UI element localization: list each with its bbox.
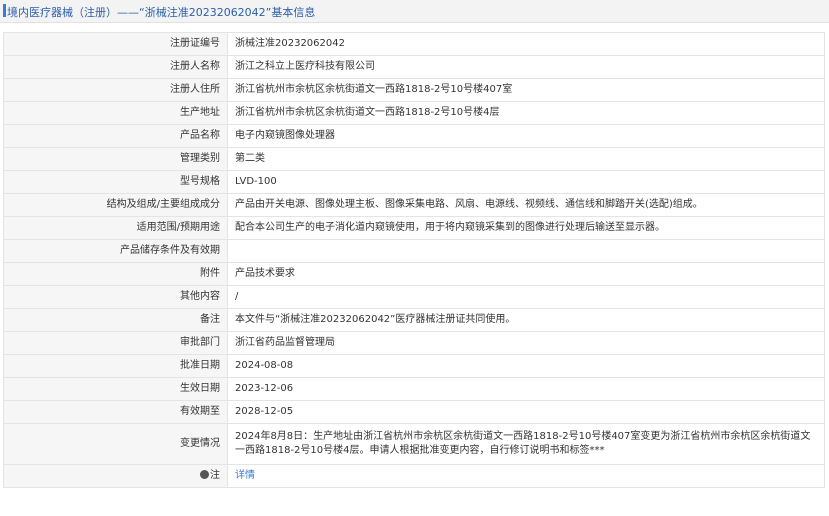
row-value: 2024-08-08 [227, 354, 825, 378]
row-label: 注册人住所 [3, 78, 228, 102]
row-value: 浙江省药品监督管理局 [227, 331, 825, 355]
table-row: 管理类别 第二类 [3, 147, 825, 171]
row-label: 注册证编号 [3, 32, 228, 56]
row-value: 电子内窥镜图像处理器 [227, 124, 825, 148]
table-row: 批准日期 2024-08-08 [3, 354, 825, 378]
row-value: 第二类 [227, 147, 825, 171]
table-row: 变更情况 2024年8月8日：生产地址由浙江省杭州市余杭区余杭街道文一西路181… [3, 423, 825, 465]
details-link[interactable]: 详情 [235, 470, 255, 481]
table-row: 注册人住所 浙江省杭州市余杭区余杭街道文一西路1818-2号10号楼407室 [3, 78, 825, 102]
info-table: 注册证编号 浙械注准20232062042 注册人名称 浙江之科立上医疗科技有限… [3, 32, 825, 488]
row-label: 生产地址 [3, 101, 228, 125]
row-value: 产品由开关电源、图像处理主板、图像采集电路、风扇、电源线、视频线、通信线和脚踏开… [227, 193, 825, 217]
row-label: 适用范围/预期用途 [3, 216, 228, 240]
row-value: 浙械注准20232062042 [227, 32, 825, 56]
row-label: 注册人名称 [3, 55, 228, 79]
table-row: 产品名称 电子内窥镜图像处理器 [3, 124, 825, 148]
row-value: LVD-100 [227, 170, 825, 194]
row-value: 产品技术要求 [227, 262, 825, 286]
table-row: 其他内容 / [3, 285, 825, 309]
row-label: 型号规格 [3, 170, 228, 194]
table-row: 生产地址 浙江省杭州市余杭区余杭街道文一西路1818-2号10号楼4层 [3, 101, 825, 125]
row-value: 详情 [227, 464, 825, 488]
table-row: 生效日期 2023-12-06 [3, 377, 825, 401]
table-row: 有效期至 2028-12-05 [3, 400, 825, 424]
row-label: 生效日期 [3, 377, 228, 401]
table-row: 结构及组成/主要组成成分 产品由开关电源、图像处理主板、图像采集电路、风扇、电源… [3, 193, 825, 217]
table-row: 产品储存条件及有效期 [3, 239, 825, 263]
row-value: 2023-12-06 [227, 377, 825, 401]
note-label: 注 [3, 464, 228, 488]
table-row: 注 详情 [3, 464, 825, 488]
row-label: 管理类别 [3, 147, 228, 171]
row-label: 附件 [3, 262, 228, 286]
row-value: 浙江省杭州市余杭区余杭街道文一西路1818-2号10号楼4层 [227, 101, 825, 125]
page-title: 境内医疗器械（注册）——“浙械注准20232062042”基本信息 [7, 6, 316, 19]
row-label: 有效期至 [3, 400, 228, 424]
row-value: 配合本公司生产的电子消化道内窥镜使用，用于将内窥镜采集到的图像进行处理后输送至显… [227, 216, 825, 240]
row-label: 其他内容 [3, 285, 228, 309]
table-row: 附件 产品技术要求 [3, 262, 825, 286]
row-value [227, 239, 825, 263]
row-label: 变更情况 [3, 423, 228, 465]
table-row: 注册证编号 浙械注准20232062042 [3, 32, 825, 56]
row-value: 2028-12-05 [227, 400, 825, 424]
row-value: 浙江之科立上医疗科技有限公司 [227, 55, 825, 79]
note-label-text: 注 [210, 470, 220, 481]
table-row: 注册人名称 浙江之科立上医疗科技有限公司 [3, 55, 825, 79]
row-label: 产品名称 [3, 124, 228, 148]
table-row: 备注 本文件与“浙械注准20232062042”医疗器械注册证共同使用。 [3, 308, 825, 332]
row-label: 备注 [3, 308, 228, 332]
row-value: / [227, 285, 825, 309]
table-row: 型号规格 LVD-100 [3, 170, 825, 194]
page-header: 境内医疗器械（注册）——“浙械注准20232062042”基本信息 [0, 0, 829, 23]
row-value: 本文件与“浙械注准20232062042”医疗器械注册证共同使用。 [227, 308, 825, 332]
row-label: 批准日期 [3, 354, 228, 378]
row-label: 审批部门 [3, 331, 228, 355]
row-value: 2024年8月8日：生产地址由浙江省杭州市余杭区余杭街道文一西路1818-2号1… [227, 423, 825, 465]
table-row: 审批部门 浙江省药品监督管理局 [3, 331, 825, 355]
row-label: 结构及组成/主要组成成分 [3, 193, 228, 217]
table-row: 适用范围/预期用途 配合本公司生产的电子消化道内窥镜使用，用于将内窥镜采集到的图… [3, 216, 825, 240]
header-accent-bar [3, 4, 6, 17]
row-label: 产品储存条件及有效期 [3, 239, 228, 263]
row-value: 浙江省杭州市余杭区余杭街道文一西路1818-2号10号楼407室 [227, 78, 825, 102]
info-icon [200, 470, 209, 479]
